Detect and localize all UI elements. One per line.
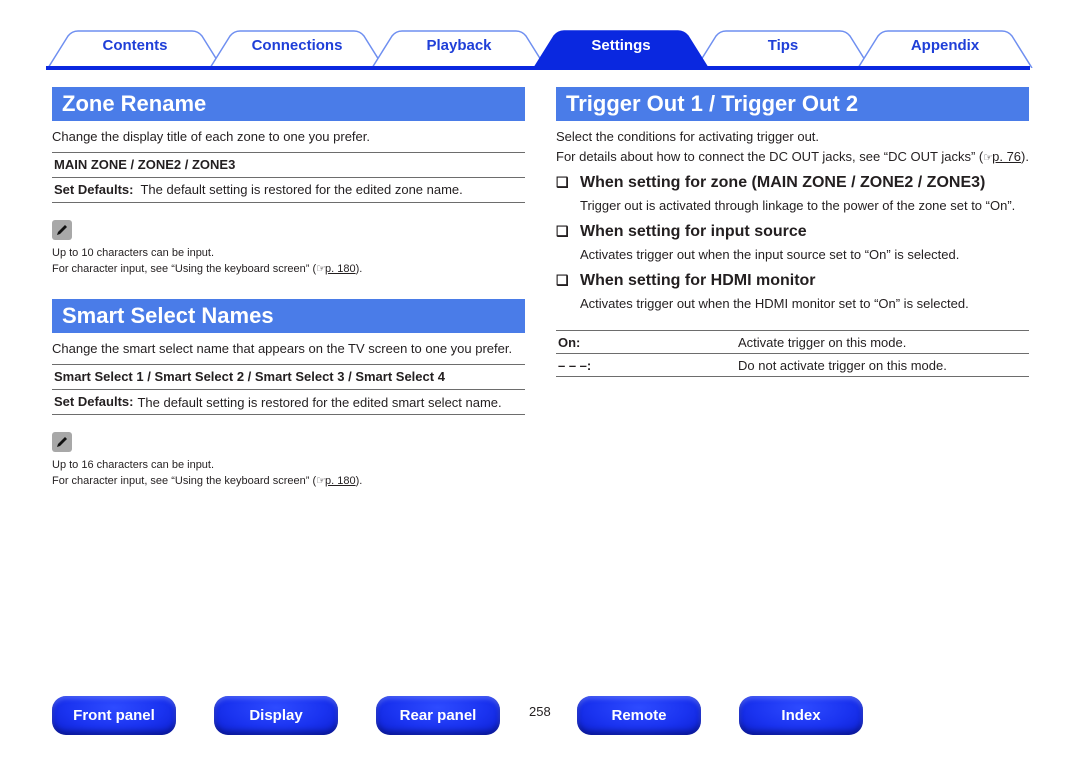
- section-title: Zone Rename: [52, 87, 525, 121]
- checkbox-bullet-icon: ❑: [556, 174, 569, 190]
- page-reference-link[interactable]: p. 180: [325, 263, 356, 275]
- page-reference-link[interactable]: p. 180: [325, 475, 356, 487]
- note-box: Up to 10 characters can be input. For ch…: [52, 220, 525, 277]
- heading-text: When setting for HDMI monitor: [580, 272, 816, 289]
- index-button[interactable]: Index: [739, 696, 863, 735]
- pencil-icon: [52, 432, 72, 452]
- remote-button[interactable]: Remote: [577, 696, 701, 735]
- table-row: On: Activate trigger on this mode.: [556, 330, 1029, 354]
- tab-appendix[interactable]: Appendix: [856, 30, 1034, 68]
- zone-rename-section: Zone Rename Change the display title of …: [52, 87, 525, 277]
- divider: [52, 414, 525, 415]
- setting-item: MAIN ZONE / ZONE2 / ZONE3: [54, 157, 236, 172]
- subsection-heading: ❑ When setting for input source: [556, 223, 1029, 240]
- tab-playback[interactable]: Playback: [370, 30, 548, 68]
- pointing-hand-icon: ☞: [316, 263, 326, 275]
- tab-label: Appendix: [910, 37, 980, 54]
- option-key: On:: [556, 330, 736, 354]
- left-column: Zone Rename Change the display title of …: [52, 87, 525, 489]
- subsection-body: Activates trigger out when the input sou…: [580, 247, 960, 262]
- divider: [52, 202, 525, 203]
- display-button[interactable]: Display: [214, 696, 338, 735]
- tab-tips[interactable]: Tips: [694, 30, 872, 68]
- section-intro: Change the display title of each zone to…: [52, 129, 370, 144]
- set-defaults-text: The default setting is restored for the …: [140, 182, 463, 197]
- tab-label: Playback: [426, 37, 492, 54]
- tab-label: Contents: [102, 37, 168, 54]
- page-number: 258: [529, 704, 551, 719]
- note-text: For character input, see “Using the keyb…: [52, 475, 317, 487]
- pointing-hand-icon: ☞: [983, 152, 993, 164]
- heading-text: When setting for zone (MAIN ZONE / ZONE2…: [580, 174, 986, 191]
- note-text: For character input, see “Using the keyb…: [52, 263, 317, 275]
- note-text: ).: [355, 263, 363, 275]
- set-defaults-text: The default setting is restored for the …: [137, 394, 502, 410]
- note-line: For character input, see “Using the keyb…: [52, 473, 525, 489]
- set-defaults-label: Set Defaults:: [54, 394, 134, 409]
- tab-label: Settings: [591, 37, 651, 54]
- subsection: ❑ When setting for HDMI monitor Activate…: [556, 272, 1029, 313]
- subsection-heading: ❑ When setting for HDMI monitor: [556, 272, 1029, 289]
- option-value: Do not activate trigger on this mode.: [736, 353, 1029, 377]
- note-line: Up to 16 characters can be input.: [52, 459, 215, 471]
- note-box: Up to 16 characters can be input. For ch…: [52, 432, 525, 489]
- rear-panel-button[interactable]: Rear panel: [376, 696, 500, 735]
- front-panel-button[interactable]: Front panel: [52, 696, 176, 735]
- note-line: For character input, see “Using the keyb…: [52, 261, 525, 277]
- section-intro: Select the conditions for activating tri…: [556, 129, 820, 144]
- subsection-body: Trigger out is activated through linkage…: [580, 198, 1016, 213]
- tab-contents[interactable]: Contents: [46, 30, 224, 68]
- subsection-heading: ❑ When setting for zone (MAIN ZONE / ZON…: [556, 174, 1029, 191]
- set-defaults-label: Set Defaults:: [54, 182, 134, 197]
- note-line: Up to 10 characters can be input.: [52, 247, 215, 259]
- table-row: – – –: Do not activate trigger on this m…: [556, 353, 1029, 377]
- heading-text: When setting for input source: [580, 223, 807, 240]
- trigger-out-section: Trigger Out 1 / Trigger Out 2 Select the…: [556, 87, 1029, 377]
- note-text: ).: [355, 475, 363, 487]
- checkbox-bullet-icon: ❑: [556, 223, 569, 239]
- subsection-body: Activates trigger out when the HDMI moni…: [580, 296, 969, 311]
- section-intro: For details about how to connect the DC …: [556, 147, 1029, 168]
- set-defaults-row: Set Defaults: The default setting is res…: [52, 390, 525, 414]
- top-tab-bar: Contents Connections Playback Tips Appen…: [46, 30, 1033, 70]
- right-column: Trigger Out 1 / Trigger Out 2 Select the…: [556, 87, 1029, 377]
- tab-connections[interactable]: Connections: [208, 30, 386, 68]
- section-title: Trigger Out 1 / Trigger Out 2: [556, 87, 1029, 121]
- section-title: Smart Select Names: [52, 299, 525, 333]
- page-reference-link[interactable]: p. 76: [992, 149, 1021, 164]
- smart-select-section: Smart Select Names Change the smart sele…: [52, 299, 525, 489]
- option-value: Activate trigger on this mode.: [736, 330, 1029, 354]
- subsection: ❑ When setting for input source Activate…: [556, 223, 1029, 264]
- pencil-icon: [52, 220, 72, 240]
- set-defaults-row: Set Defaults: The default setting is res…: [52, 178, 525, 202]
- pointing-hand-icon: ☞: [316, 475, 326, 487]
- intro-text: For details about how to connect the DC …: [556, 149, 984, 164]
- tab-baseline: [46, 66, 1030, 70]
- checkbox-bullet-icon: ❑: [556, 272, 569, 288]
- option-key: – – –:: [556, 353, 736, 377]
- subsection: ❑ When setting for zone (MAIN ZONE / ZON…: [556, 174, 1029, 215]
- setting-item: Smart Select 1 / Smart Select 2 / Smart …: [54, 369, 445, 384]
- tab-label: Tips: [767, 37, 799, 54]
- section-intro: Change the smart select name that appear…: [52, 341, 513, 356]
- tab-label: Connections: [251, 37, 343, 54]
- tab-settings[interactable]: Settings: [532, 30, 710, 68]
- options-table: On: Activate trigger on this mode. – – –…: [556, 330, 1029, 377]
- intro-text: ).: [1021, 149, 1029, 164]
